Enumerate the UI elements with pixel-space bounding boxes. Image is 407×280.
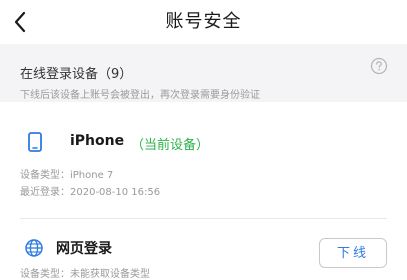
device-item-iphone[interactable]: iPhone （当前设备） 设备类型：iPhone 7 最近登录：2020-08… xyxy=(0,102,407,218)
device-type: 设备类型：未能获取设备类型 xyxy=(20,269,150,280)
online-devices-info: 在线登录设备（9） 下线后该设备上账号会被登出，再次登录需要身份验证 xyxy=(0,44,407,102)
device-name: iPhone xyxy=(70,133,125,149)
last-login-time: 最近登录：2020-08-10 16:56 xyxy=(20,187,161,198)
page-title: 账号安全 xyxy=(165,11,242,32)
device-list: iPhone （当前设备） 设备类型：iPhone 7 最近登录：2020-08… xyxy=(0,102,407,280)
phone-icon xyxy=(28,132,42,152)
help-circle-icon[interactable] xyxy=(370,57,388,75)
account-security-page: 账号安全 在线登录设备（9） 下线后该设备上账号会被登出，再次登录需要身份验证 … xyxy=(0,0,407,280)
current-device-badge: （当前设备） xyxy=(131,138,210,153)
top-navbar: 账号安全 xyxy=(0,0,407,44)
logout-device-button[interactable]: 下线 xyxy=(319,238,387,268)
device-name: 网页登录 xyxy=(56,241,112,257)
online-devices-hint: 下线后该设备上账号会被登出，再次登录需要身份验证 xyxy=(20,90,260,101)
online-devices-title: 在线登录设备（9） xyxy=(20,67,133,82)
globe-icon xyxy=(25,239,43,257)
device-type: 设备类型：iPhone 7 xyxy=(20,170,114,181)
